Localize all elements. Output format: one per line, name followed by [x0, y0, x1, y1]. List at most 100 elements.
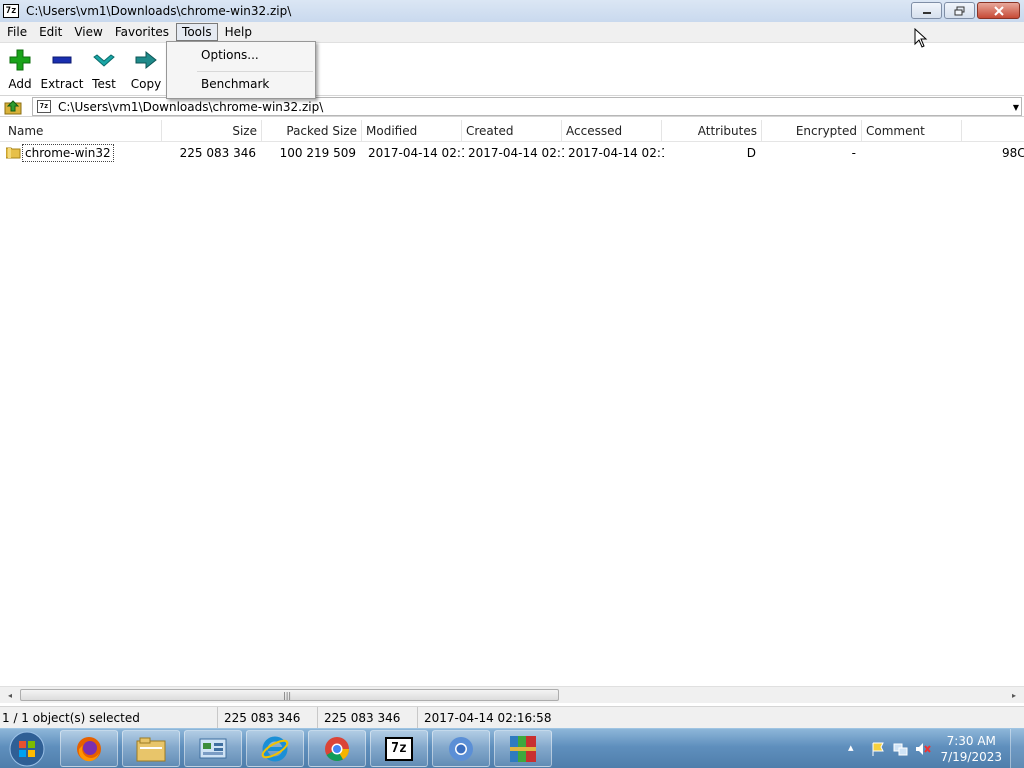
row-overflow-value: 98C	[1002, 146, 1024, 160]
system-tray: ▴ 7:30 AM 7/19/2023	[834, 729, 1024, 768]
firefox-icon	[77, 736, 101, 761]
close-button[interactable]	[977, 2, 1020, 19]
menu-view[interactable]: View	[69, 23, 107, 41]
minimize-button[interactable]	[911, 2, 942, 19]
volume-muted-icon[interactable]	[914, 741, 932, 757]
taskbar-control-panel[interactable]	[184, 730, 242, 767]
close-icon	[993, 5, 1004, 16]
status-date: 2017-04-14 02:16:58	[424, 711, 552, 725]
taskbar-chrome[interactable]	[308, 730, 366, 767]
row-encrypted: -	[851, 146, 856, 160]
scroll-left-icon[interactable]: ◂	[2, 689, 18, 702]
menu-file[interactable]: File	[2, 23, 32, 41]
taskbar-chromium[interactable]	[432, 730, 490, 767]
address-dropdown-icon[interactable]: ▼	[1013, 103, 1019, 112]
window-title: C:\Users\vm1\Downloads\chrome-win32.zip\	[26, 4, 292, 18]
status-size: 225 083 346	[222, 707, 318, 729]
address-path: C:\Users\vm1\Downloads\chrome-win32.zip\	[58, 99, 324, 114]
copy-label: Copy	[130, 77, 162, 91]
toolbar: Add Extract Test Copy	[0, 42, 1024, 94]
column-comment[interactable]: Comment	[862, 120, 962, 142]
status-selection: 1 / 1 object(s) selected	[0, 707, 218, 729]
column-attributes[interactable]: Attributes	[662, 120, 762, 142]
folder-up-icon	[4, 99, 22, 114]
windows-start-icon	[9, 731, 45, 767]
winrar-icon	[510, 735, 536, 762]
taskbar-7zip[interactable]: 7z	[370, 730, 428, 767]
test-button[interactable]: Test	[82, 46, 126, 91]
column-accessed[interactable]: Accessed	[562, 120, 662, 142]
folder-icon	[6, 147, 21, 159]
row-attributes: D	[746, 146, 756, 160]
list-header: Name Size Packed Size Modified Created A…	[0, 120, 1024, 142]
tray-overflow-icon[interactable]: ▴	[848, 741, 854, 754]
control-panel-icon	[199, 738, 227, 758]
copy-button[interactable]: Copy	[124, 46, 168, 91]
start-button[interactable]	[4, 730, 50, 768]
column-created[interactable]: Created	[462, 120, 562, 142]
restore-icon	[954, 6, 965, 15]
file-explorer-icon	[136, 737, 166, 761]
menu-item-benchmark[interactable]: Benchmark	[201, 77, 269, 91]
row-size: 225 083 346	[179, 146, 256, 160]
menu-item-options[interactable]: Options...	[201, 48, 259, 62]
row-packed-size: 100 219 509	[279, 146, 356, 160]
row-modified: 2017-04-14 02:16	[368, 146, 464, 160]
action-center-flag-icon[interactable]	[870, 741, 886, 757]
column-modified[interactable]: Modified	[362, 120, 462, 142]
scroll-right-icon[interactable]: ▸	[1006, 689, 1022, 702]
network-icon[interactable]	[892, 741, 908, 757]
status-packed: 225 083 346	[322, 707, 418, 729]
tools-menu: Options... Benchmark	[166, 41, 316, 99]
menu-help[interactable]: Help	[220, 23, 257, 41]
7zip-app-icon: 7z	[3, 4, 19, 18]
column-encrypted[interactable]: Encrypted	[762, 120, 862, 142]
minimize-icon	[922, 11, 931, 14]
mouse-cursor-icon	[914, 28, 928, 48]
grip-icon: |||	[283, 691, 292, 700]
row-name[interactable]: chrome-win32	[22, 144, 114, 162]
file-list[interactable]: Name Size Packed Size Modified Created A…	[0, 118, 1024, 686]
row-accessed: 2017-04-14 02:16	[568, 146, 664, 160]
test-label: Test	[92, 77, 116, 91]
menu-tools[interactable]: Tools	[176, 23, 218, 41]
window-controls	[911, 2, 1020, 19]
clock-time: 7:30 AM	[946, 734, 996, 748]
minus-icon	[52, 56, 72, 64]
taskbar: 7z ▴ 7:30 AM 7/19/2023	[0, 728, 1024, 768]
add-button[interactable]: Add	[0, 46, 42, 91]
archive-icon: 7z	[37, 100, 51, 113]
menu-favorites[interactable]: Favorites	[110, 23, 174, 41]
menu-bar: File Edit View Favorites Tools Help	[0, 22, 1024, 42]
taskbar-internet-explorer[interactable]	[246, 730, 304, 767]
menu-edit[interactable]: Edit	[34, 23, 67, 41]
horizontal-scrollbar[interactable]: ◂ ||| ▸	[0, 686, 1024, 703]
taskbar-file-explorer[interactable]	[122, 730, 180, 767]
taskbar-firefox[interactable]	[60, 730, 118, 767]
row-comment	[868, 144, 958, 162]
table-row[interactable]: chrome-win32 225 083 346 100 219 509 201…	[0, 144, 1024, 162]
show-desktop-button[interactable]	[1010, 729, 1024, 768]
7zip-icon: 7z	[385, 736, 413, 761]
internet-explorer-icon	[261, 736, 289, 761]
address-field[interactable]: 7z C:\Users\vm1\Downloads\chrome-win32.z…	[32, 97, 1022, 116]
restore-button[interactable]	[944, 2, 975, 19]
extract-button[interactable]: Extract	[40, 46, 84, 91]
column-size[interactable]: Size	[162, 120, 262, 142]
chromium-icon	[449, 736, 473, 761]
column-packed-size[interactable]: Packed Size	[262, 120, 362, 142]
menu-separator	[197, 71, 313, 72]
clock[interactable]: 7:30 AM 7/19/2023	[940, 733, 1002, 765]
address-bar: 7z C:\Users\vm1\Downloads\chrome-win32.z…	[0, 95, 1024, 117]
row-created: 2017-04-14 02:16	[468, 146, 564, 160]
taskbar-winrar[interactable]	[494, 730, 552, 767]
add-label: Add	[8, 77, 32, 91]
arrow-right-icon	[135, 50, 157, 70]
title-bar: 7z C:\Users\vm1\Downloads\chrome-win32.z…	[0, 0, 1024, 22]
plus-icon	[9, 49, 31, 71]
chrome-icon	[325, 736, 349, 761]
extract-label: Extract	[40, 77, 84, 91]
scrollbar-thumb[interactable]: |||	[20, 689, 559, 701]
folder-up-button[interactable]	[3, 98, 23, 115]
column-name[interactable]: Name	[4, 120, 162, 142]
